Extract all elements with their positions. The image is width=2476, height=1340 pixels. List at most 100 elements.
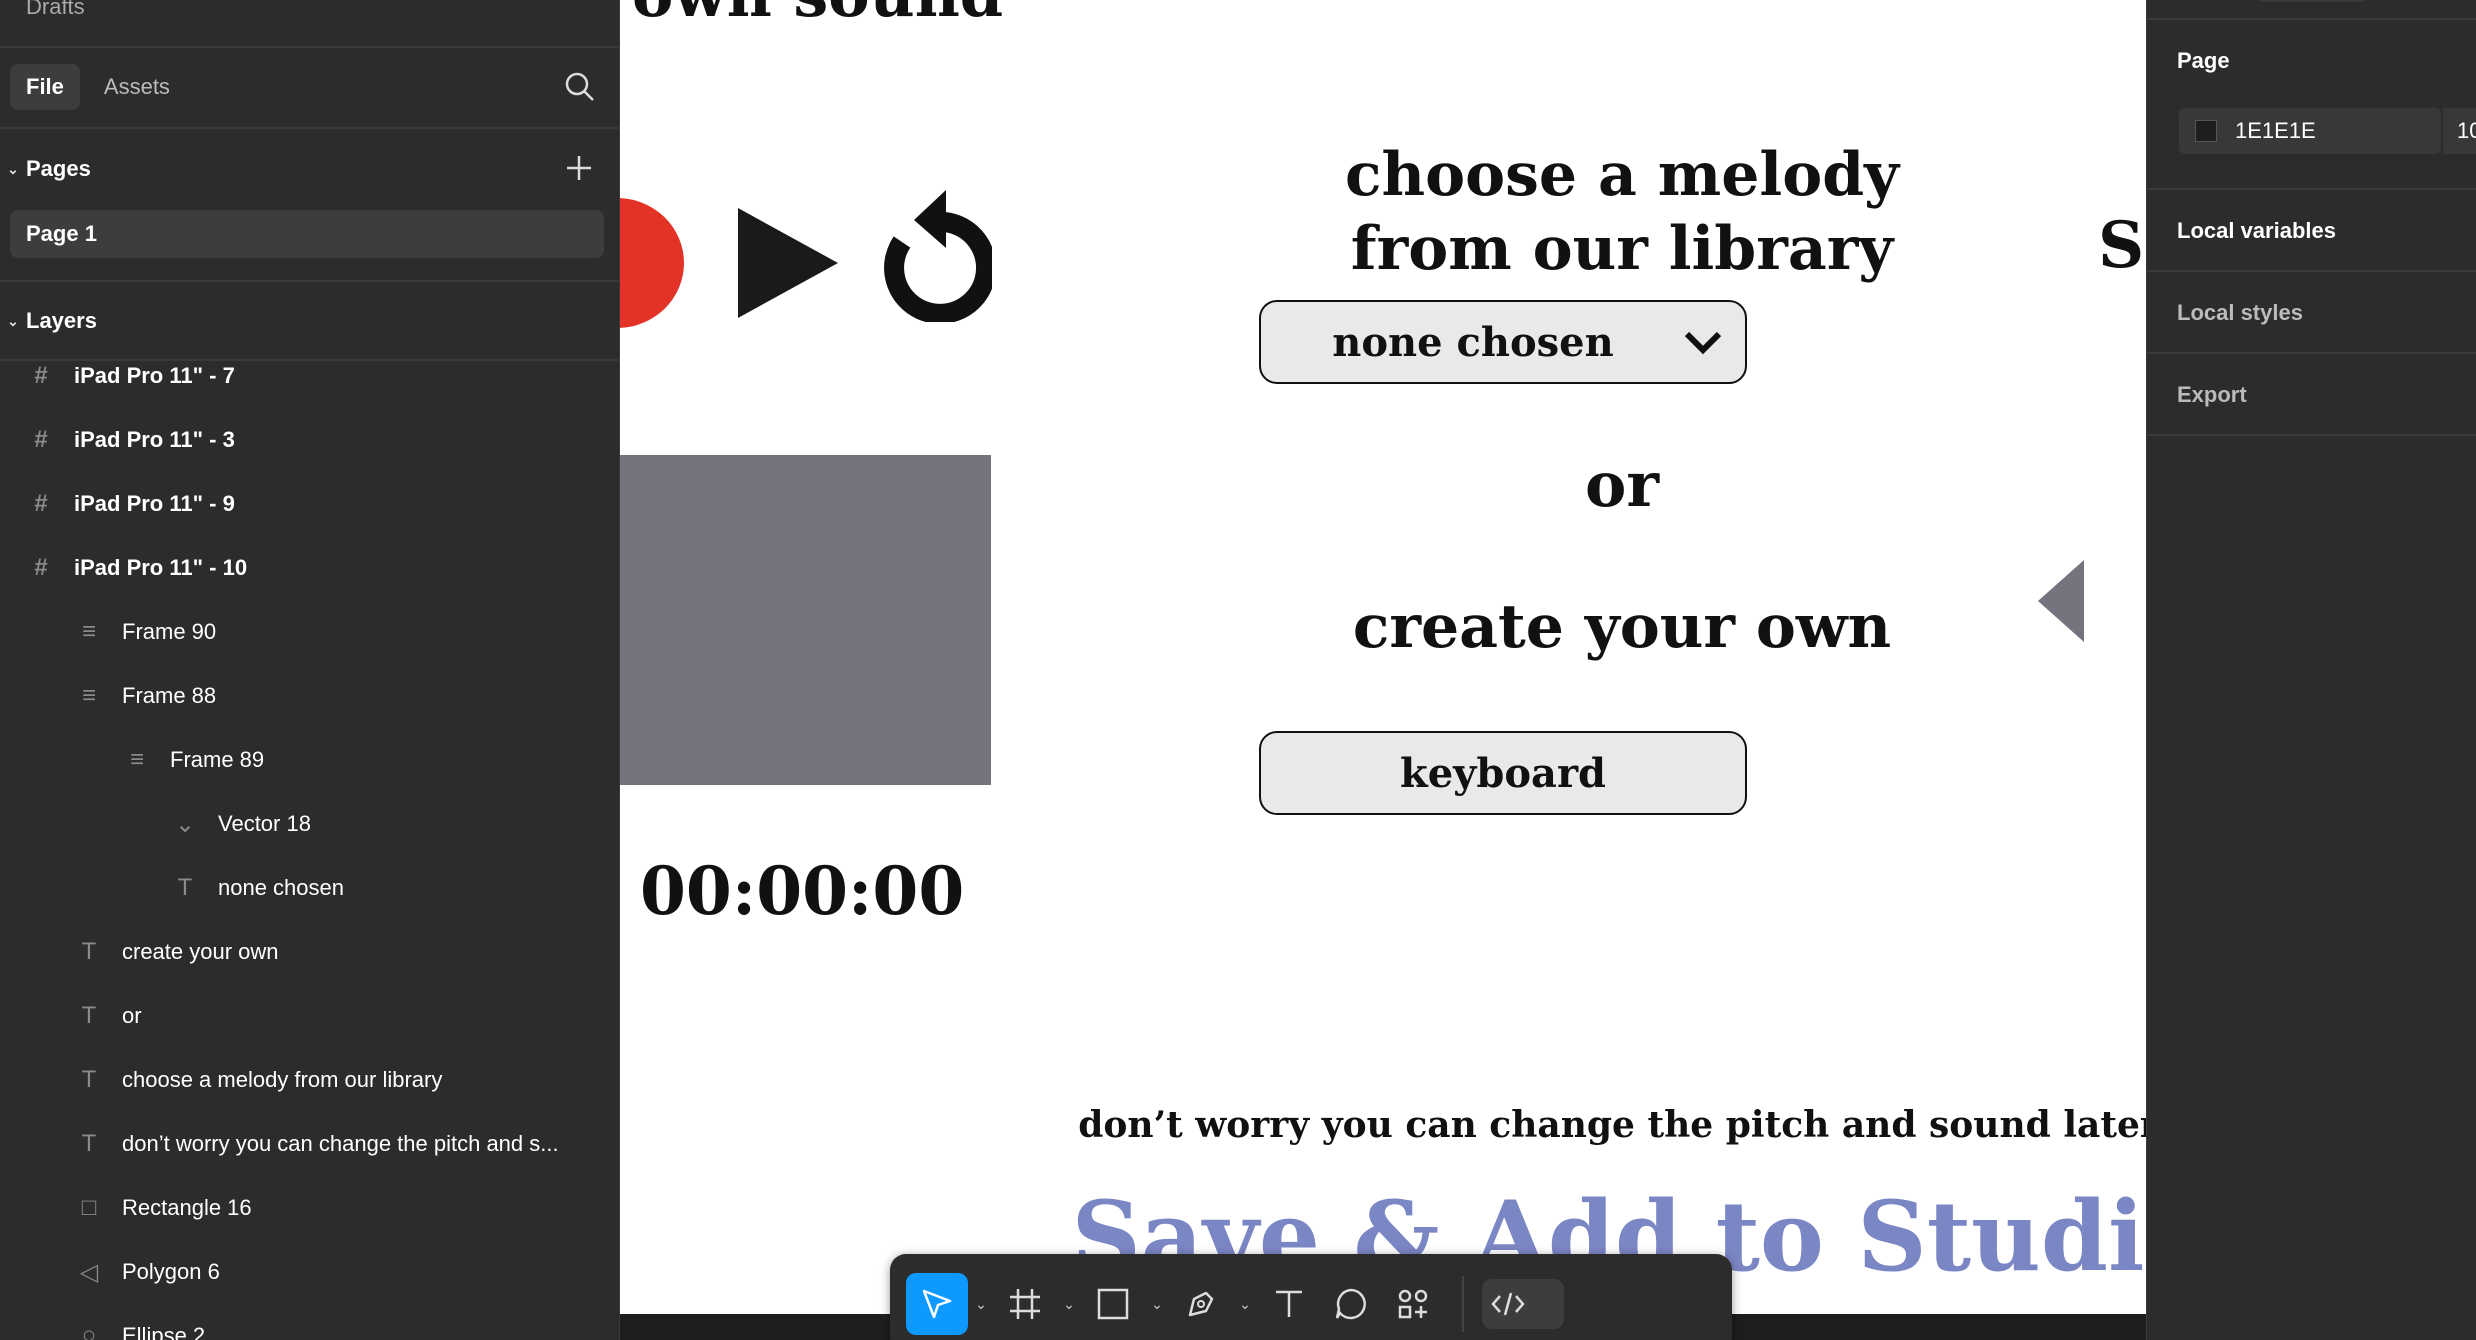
layer-item[interactable]: # iPad Pro 11" - 10 — [26, 548, 247, 588]
chevron-down-icon — [1684, 331, 1722, 355]
text-icon: T — [81, 1130, 97, 1157]
layer-label: don’t worry you can change the pitch and… — [122, 1131, 559, 1156]
pen-icon — [1188, 1291, 1214, 1317]
play-icon[interactable] — [738, 208, 838, 318]
divider — [2147, 352, 2476, 354]
text-tool[interactable] — [1258, 1273, 1320, 1335]
layer-label: Vector 18 — [218, 811, 311, 836]
melody-line-1: choose a melody — [1344, 140, 1900, 210]
frame-icon: # — [34, 490, 48, 517]
layer-item[interactable]: T choose a melody from our library — [74, 1060, 443, 1100]
chevron-down-icon[interactable]: ⌄ — [1232, 1296, 1258, 1313]
components-tool[interactable] — [1382, 1273, 1444, 1335]
melody-dropdown[interactable]: none chosen — [1259, 300, 1747, 384]
layer-item[interactable]: T or — [74, 996, 142, 1036]
or-text: or — [1584, 448, 1660, 521]
chevron-down-icon: ⌄ — [7, 160, 19, 177]
page-item-page-1[interactable]: Page 1 — [10, 210, 604, 258]
record-button[interactable] — [620, 198, 684, 328]
waveform-rectangle[interactable] — [620, 455, 991, 785]
frame-tool[interactable] — [994, 1273, 1056, 1335]
layer-label: Polygon 6 — [122, 1259, 220, 1284]
layer-item[interactable]: ⌄ Vector 18 — [170, 804, 311, 844]
layer-label: Frame 88 — [122, 683, 217, 708]
chevron-down-icon[interactable]: ⌄ — [1144, 1296, 1170, 1313]
layer-item[interactable]: # iPad Pro 11" - 3 — [26, 420, 235, 460]
left-sidebar: Drafts File Assets ⌄ Pages Page 1 ⌄ Laye… — [0, 0, 620, 1340]
chevron-down-icon[interactable]: ⌄ — [1056, 1296, 1082, 1313]
layer-label: Ellipse 2 — [122, 1323, 206, 1340]
back-arrow-icon[interactable] — [2038, 560, 2084, 642]
divider — [0, 280, 620, 282]
toolbar-divider — [1462, 1276, 1464, 1332]
rectangle-icon — [1097, 1288, 1129, 1320]
layer-item[interactable]: ≡ Frame 89 — [122, 740, 264, 780]
own-sound-heading[interactable]: own sound — [632, 0, 1003, 31]
mode-toggle[interactable] — [2257, 0, 2367, 2]
color-swatch[interactable] — [2195, 120, 2217, 142]
tab-file[interactable]: File — [10, 64, 80, 110]
layer-item[interactable]: ≡ Frame 88 — [74, 676, 216, 716]
melody-line-2: from our library — [1350, 214, 1894, 284]
rectangle-icon: □ — [81, 1194, 97, 1221]
timer-display: 00:00:00 — [640, 852, 965, 930]
text-icon: T — [81, 938, 97, 965]
keyboard-button[interactable]: keyboard — [1259, 731, 1747, 815]
rectangle-tool[interactable] — [1082, 1273, 1144, 1335]
add-page-icon[interactable] — [565, 154, 593, 182]
layer-item[interactable]: ◁ Polygon 6 — [74, 1252, 220, 1292]
auto-layout-icon: ≡ — [81, 682, 96, 709]
layer-item[interactable]: # iPad Pro 11" - 9 — [26, 484, 235, 524]
layers-header-label: Layers — [26, 308, 97, 333]
layer-item[interactable]: ○ Ellipse 2 — [74, 1316, 205, 1340]
pages-header-label: Pages — [26, 156, 91, 181]
layer-item[interactable]: ≡ Frame 90 — [74, 612, 216, 652]
drafts-label[interactable]: Drafts — [26, 0, 85, 20]
layer-item[interactable]: T create your own — [74, 932, 279, 972]
layer-item[interactable]: # iPad Pro 11" - 7 — [26, 356, 235, 396]
divider — [0, 46, 620, 48]
frame-icon: # — [34, 362, 48, 389]
search-icon[interactable] — [563, 70, 597, 104]
layer-item[interactable]: T don’t worry you can change the pitch a… — [74, 1124, 559, 1164]
background-hex[interactable]: 1E1E1E — [2235, 118, 2316, 144]
layer-label: Frame 89 — [170, 747, 265, 772]
polygon-icon: ◁ — [79, 1258, 99, 1286]
local-variables-button[interactable]: Local variables — [2177, 218, 2336, 244]
opacity-field[interactable]: 100 — [2443, 108, 2476, 154]
frame-icon: # — [34, 554, 48, 581]
text-icon: T — [81, 1002, 97, 1029]
page-section-header: Page — [2177, 48, 2230, 73]
worry-text: don’t worry you can change the pitch and… — [1078, 1104, 2146, 1146]
background-color-field[interactable]: 1E1E1E — [2179, 108, 2441, 154]
tab-assets[interactable]: Assets — [88, 64, 186, 110]
comment-tool[interactable] — [1320, 1273, 1382, 1335]
restart-icon[interactable] — [872, 190, 992, 322]
dev-mode-toggle[interactable] — [1482, 1279, 1564, 1329]
comment-icon — [1335, 1288, 1366, 1320]
right-panel: Page 1E1E1E 100 Local variables Local st… — [2146, 0, 2476, 1340]
layers-header[interactable]: ⌄ Layers — [0, 308, 97, 334]
components-icon — [1398, 1289, 1428, 1319]
local-styles-header[interactable]: Local styles — [2177, 300, 2303, 326]
text-icon — [1276, 1290, 1302, 1317]
layer-label: Frame 90 — [122, 619, 217, 644]
divider — [0, 127, 620, 129]
cursor-icon — [922, 1289, 952, 1319]
layer-label: iPad Pro 11" - 9 — [74, 491, 235, 516]
pages-header[interactable]: ⌄ Pages — [0, 156, 91, 182]
divider — [2147, 434, 2476, 436]
sidebar-tabs: File Assets — [10, 62, 194, 112]
move-tool[interactable] — [906, 1273, 968, 1335]
text-icon: T — [177, 874, 193, 901]
export-header[interactable]: Export — [2177, 382, 2247, 408]
chevron-down-icon[interactable]: ⌄ — [968, 1296, 994, 1313]
bottom-toolbar: ⌄ ⌄ ⌄ ⌄ — [890, 1254, 1732, 1340]
layer-label: iPad Pro 11" - 7 — [74, 363, 235, 388]
pen-tool[interactable] — [1170, 1273, 1232, 1335]
design-canvas[interactable]: own sound 00:00:00 choose a melody from … — [620, 0, 2146, 1314]
auto-layout-icon: ≡ — [129, 746, 144, 773]
layer-item[interactable]: T none chosen — [170, 868, 344, 908]
layer-label: Rectangle 16 — [122, 1195, 252, 1220]
layer-item[interactable]: □ Rectangle 16 — [74, 1188, 252, 1228]
